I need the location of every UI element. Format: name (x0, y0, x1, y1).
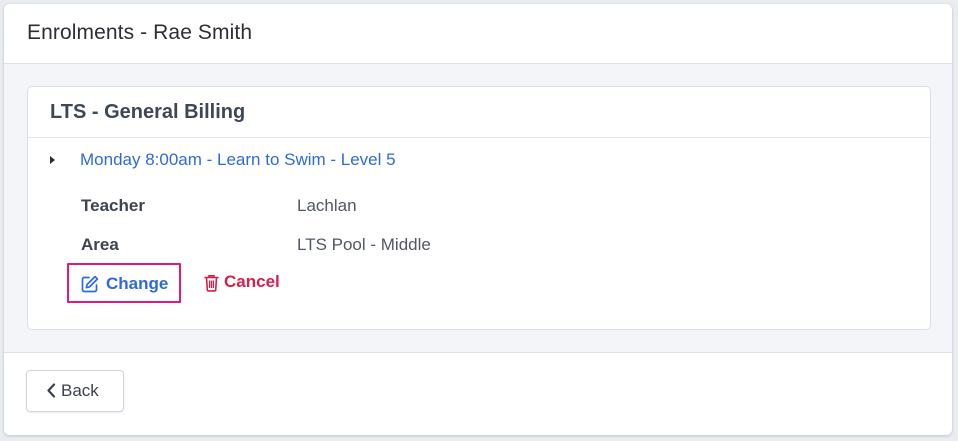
modal-header: Enrolments - Rae Smith (4, 4, 952, 64)
back-label: Back (61, 381, 99, 400)
cancel-button[interactable]: Cancel (204, 263, 304, 303)
modal-body: LTS - General Billing Monday 8:00am - Le… (4, 64, 952, 352)
back-button[interactable]: Back (26, 370, 124, 412)
lesson-link[interactable]: Monday 8:00am - Learn to Swim - Level 5 (80, 150, 396, 170)
cancel-label: Cancel (224, 272, 280, 291)
modal-footer: Back (4, 352, 952, 435)
trash-icon (204, 274, 219, 297)
teacher-value: Lachlan (297, 196, 357, 215)
card-title: LTS - General Billing (50, 101, 246, 123)
teacher-label: Teacher (81, 196, 145, 215)
billing-card: LTS - General Billing Monday 8:00am - Le… (27, 86, 931, 330)
chevron-left-icon (46, 383, 56, 403)
change-label: Change (106, 274, 169, 293)
enrolments-modal: Enrolments - Rae Smith LTS - General Bil… (4, 4, 952, 435)
area-value: LTS Pool - Middle (297, 235, 431, 254)
edit-icon (81, 275, 99, 298)
modal-title: Enrolments - Rae Smith (27, 21, 253, 44)
area-label: Area (81, 235, 119, 254)
caret-right-icon[interactable] (50, 156, 55, 164)
lesson-row: Monday 8:00am - Learn to Swim - Level 5 (50, 149, 750, 173)
card-header: LTS - General Billing (28, 87, 930, 138)
change-button[interactable]: Change (67, 263, 181, 303)
